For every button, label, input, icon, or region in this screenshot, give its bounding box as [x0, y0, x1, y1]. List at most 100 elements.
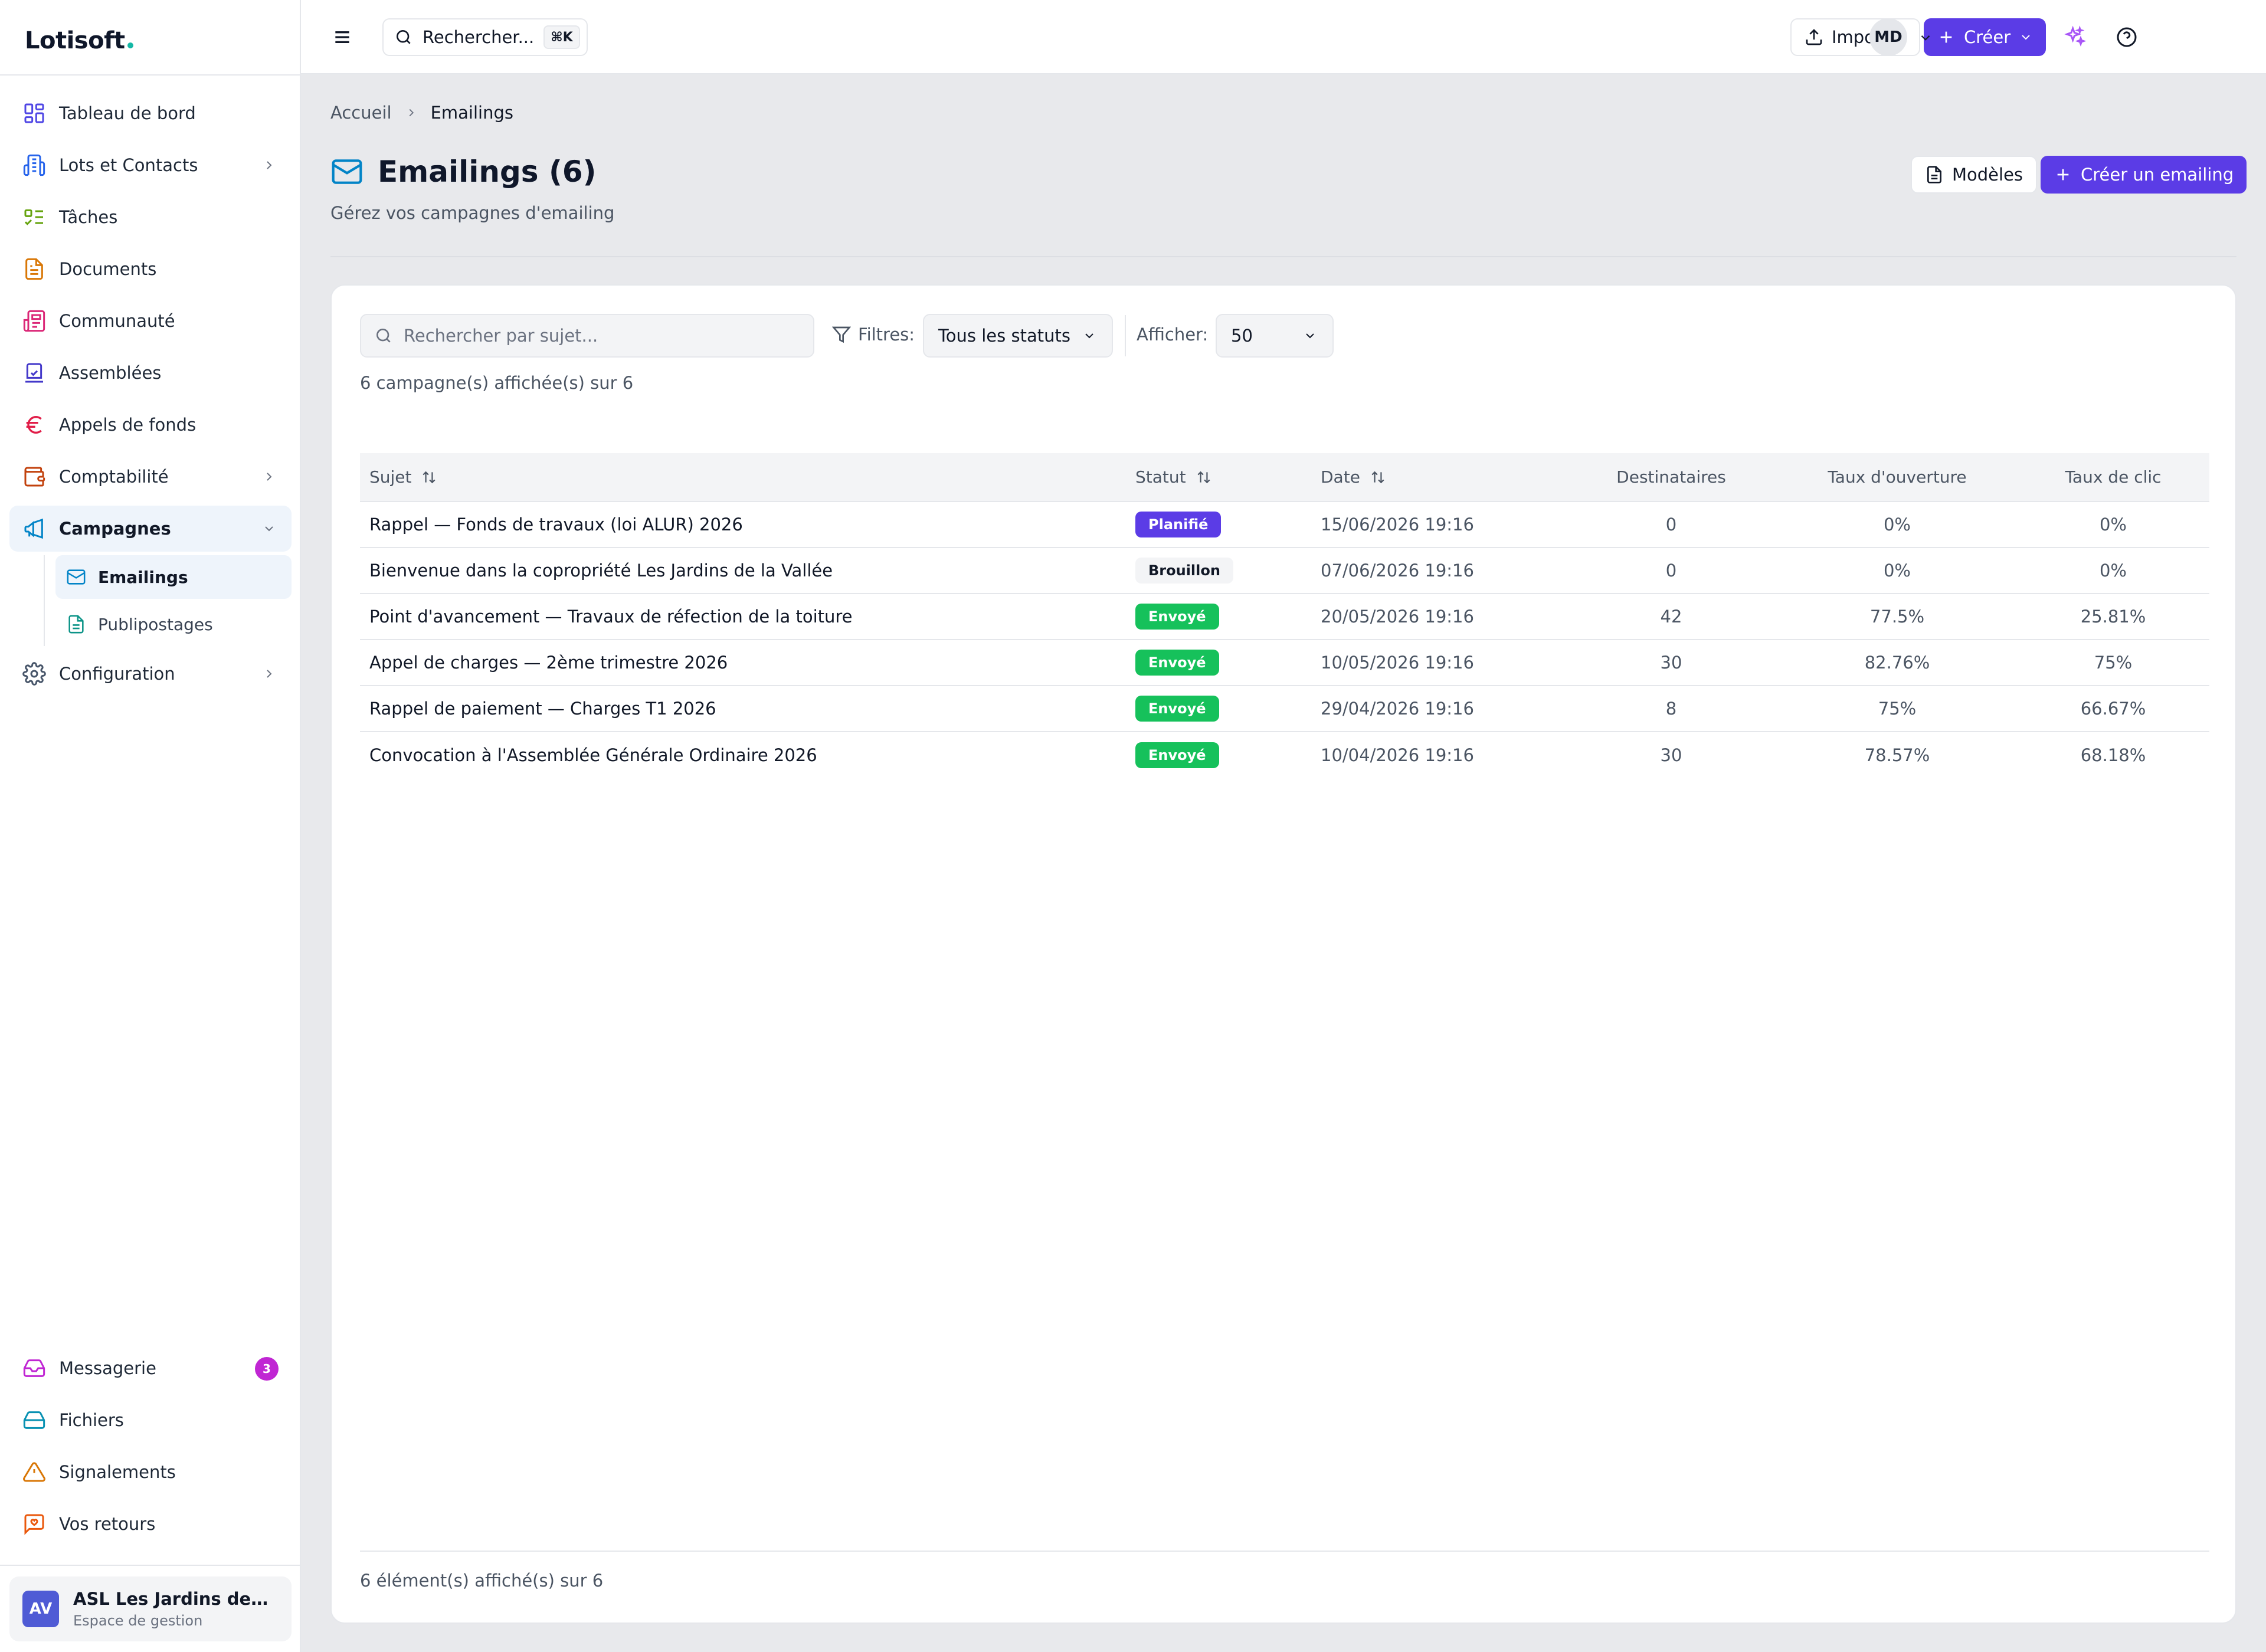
- column-header-date[interactable]: Date: [1311, 453, 1565, 502]
- status-filter-value: Tous les statuts: [938, 326, 1070, 346]
- page-size-select[interactable]: 50: [1216, 314, 1334, 358]
- create-menu-button[interactable]: Créer: [1924, 18, 2046, 56]
- sidebar-item-appels-de-fonds[interactable]: Appels de fonds: [9, 402, 292, 448]
- org-avatar: AV: [22, 1591, 59, 1627]
- cell-subject: Rappel de paiement — Charges T1 2026: [369, 699, 716, 719]
- page-title: Emailings (6): [378, 155, 597, 189]
- column-header-open-rate: Taux d'ouverture: [1777, 453, 2017, 502]
- cell-recipients: 0: [1665, 560, 1677, 581]
- sidebar-item-configuration[interactable]: Configuration: [9, 651, 292, 697]
- sidebar-item-comptabilite[interactable]: Comptabilité: [9, 454, 292, 500]
- sidebar-item-assemblees[interactable]: Assemblées: [9, 350, 292, 396]
- cell-date: 20/05/2026 19:16: [1321, 607, 1474, 627]
- chevron-down-icon: [262, 522, 276, 536]
- search-icon: [394, 28, 413, 47]
- table-row[interactable]: Bienvenue dans la copropriété Les Jardin…: [360, 548, 2209, 594]
- cell-status: Brouillon: [1126, 548, 1311, 594]
- column-header-label: Date: [1321, 467, 1360, 487]
- table-row[interactable]: Appel de charges — 2ème trimestre 2026 E…: [360, 640, 2209, 686]
- status-filter-select[interactable]: Tous les statuts: [923, 314, 1113, 358]
- column-header-status[interactable]: Statut: [1126, 453, 1311, 502]
- table-row[interactable]: Convocation à l'Assemblée Générale Ordin…: [360, 732, 2209, 778]
- cell-recipients: 30: [1660, 653, 1682, 673]
- chevron-right-icon: [262, 158, 276, 172]
- vote-icon: [22, 361, 46, 385]
- table-footer-divider: [360, 1551, 2209, 1552]
- newspaper-icon: [22, 309, 46, 333]
- help-button[interactable]: [2115, 25, 2139, 49]
- table-header: Sujet Statut Date Destinataires Taux d'o…: [360, 453, 2209, 502]
- topbar: Rechercher... ⌘K Importer Créer MD: [301, 0, 2266, 74]
- tasks-icon: [22, 205, 46, 229]
- sidebar-subitem-emailings[interactable]: Emailings: [55, 555, 292, 599]
- cell-status: Envoyé: [1126, 594, 1311, 640]
- organization-switcher[interactable]: AV ASL Les Jardins de la Vallée Espace d…: [9, 1576, 292, 1641]
- page-size-value: 50: [1231, 326, 1253, 346]
- cell-date: 10/04/2026 19:16: [1321, 745, 1474, 765]
- cell-click-rate: 0%: [2099, 560, 2127, 581]
- sidebar-item-label: Signalements: [59, 1462, 176, 1482]
- campagnes-subnav: Emailings Publipostages: [44, 555, 292, 646]
- subject-search: [360, 314, 814, 358]
- sidebar-item-dashboard[interactable]: Tableau de bord: [9, 90, 292, 136]
- sidebar-item-signalements[interactable]: Signalements: [9, 1449, 292, 1495]
- ai-assistant-button[interactable]: [2063, 25, 2087, 49]
- app-logo[interactable]: Lotisoft: [25, 21, 133, 54]
- sort-icon: [421, 470, 437, 485]
- sidebar-item-tasks[interactable]: Tâches: [9, 194, 292, 240]
- sidebar-item-label: Communauté: [59, 311, 175, 331]
- subject-search-input[interactable]: [404, 326, 800, 346]
- sidebar-divider: [0, 1565, 301, 1566]
- org-name: ASL Les Jardins de la Vallée: [73, 1589, 274, 1609]
- filter-divider: [1125, 315, 1126, 356]
- hard-drive-icon: [22, 1408, 46, 1432]
- sidebar-item-label: Assemblées: [59, 363, 162, 383]
- sidebar: Lotisoft Tableau de bord Lots et Contact…: [0, 0, 301, 1652]
- table-row[interactable]: Point d'avancement — Travaux de réfectio…: [360, 594, 2209, 640]
- table-row[interactable]: Rappel de paiement — Charges T1 2026 Env…: [360, 686, 2209, 732]
- sidebar-item-label: Lots et Contacts: [59, 155, 198, 175]
- mail-icon: [330, 155, 364, 188]
- cell-subject: Rappel — Fonds de travaux (loi ALUR) 202…: [369, 514, 743, 535]
- cell-status: Planifié: [1126, 502, 1311, 548]
- sidebar-item-documents[interactable]: Documents: [9, 246, 292, 292]
- cell-status: Envoyé: [1126, 686, 1311, 732]
- sidebar-item-label: Tâches: [59, 207, 118, 227]
- inbox-icon: [22, 1356, 46, 1380]
- menu-toggle-button[interactable]: [330, 25, 354, 49]
- cell-status: Envoyé: [1126, 640, 1311, 686]
- cell-click-rate: 66.67%: [2080, 699, 2146, 719]
- sidebar-subitem-publipostages[interactable]: Publipostages: [55, 602, 292, 646]
- sidebar-item-label: Appels de fonds: [59, 415, 197, 435]
- sidebar-item-label: Campagnes: [59, 519, 171, 539]
- sidebar-item-fichiers[interactable]: Fichiers: [9, 1397, 292, 1443]
- sidebar-item-messagerie[interactable]: Messagerie 3: [9, 1345, 292, 1391]
- upload-icon: [1805, 28, 1823, 47]
- file-text-icon: [66, 614, 86, 634]
- chevron-down-icon: [1082, 329, 1096, 343]
- templates-button[interactable]: Modèles: [1911, 156, 2038, 194]
- brand-name: Lotisoft: [25, 27, 125, 54]
- sidebar-item-lots-contacts[interactable]: Lots et Contacts: [9, 142, 292, 188]
- breadcrumb-home-link[interactable]: Accueil: [330, 103, 392, 123]
- user-avatar[interactable]: MD: [1869, 18, 1907, 56]
- feedback-icon: [22, 1512, 46, 1536]
- create-emailing-button[interactable]: Créer un emailing: [2041, 156, 2247, 194]
- table-footer-count: 6 élément(s) affiché(s) sur 6: [360, 1571, 604, 1591]
- sidebar-item-vos-retours[interactable]: Vos retours: [9, 1501, 292, 1547]
- cell-date: 29/04/2026 19:16: [1321, 699, 1474, 719]
- column-header-subject[interactable]: Sujet: [360, 453, 1126, 502]
- sidebar-item-label: Vos retours: [59, 1514, 156, 1534]
- table-row[interactable]: Rappel — Fonds de travaux (loi ALUR) 202…: [360, 502, 2209, 548]
- emailings-table: Sujet Statut Date Destinataires Taux d'o…: [360, 453, 2209, 778]
- sparkles-icon: [2063, 25, 2087, 49]
- sidebar-item-communaute[interactable]: Communauté: [9, 298, 292, 344]
- table-body: Rappel — Fonds de travaux (loi ALUR) 202…: [360, 502, 2209, 778]
- cell-date: 10/05/2026 19:16: [1321, 653, 1474, 673]
- chevron-down-icon[interactable]: [1918, 30, 1933, 45]
- filters-label: Filtres:: [858, 324, 915, 345]
- sidebar-item-campagnes[interactable]: Campagnes: [9, 506, 292, 552]
- cell-click-rate: 75%: [2094, 653, 2133, 673]
- sidebar-nav: Tableau de bord Lots et Contacts Tâches: [9, 90, 292, 703]
- global-search-button[interactable]: Rechercher... ⌘K: [382, 18, 588, 56]
